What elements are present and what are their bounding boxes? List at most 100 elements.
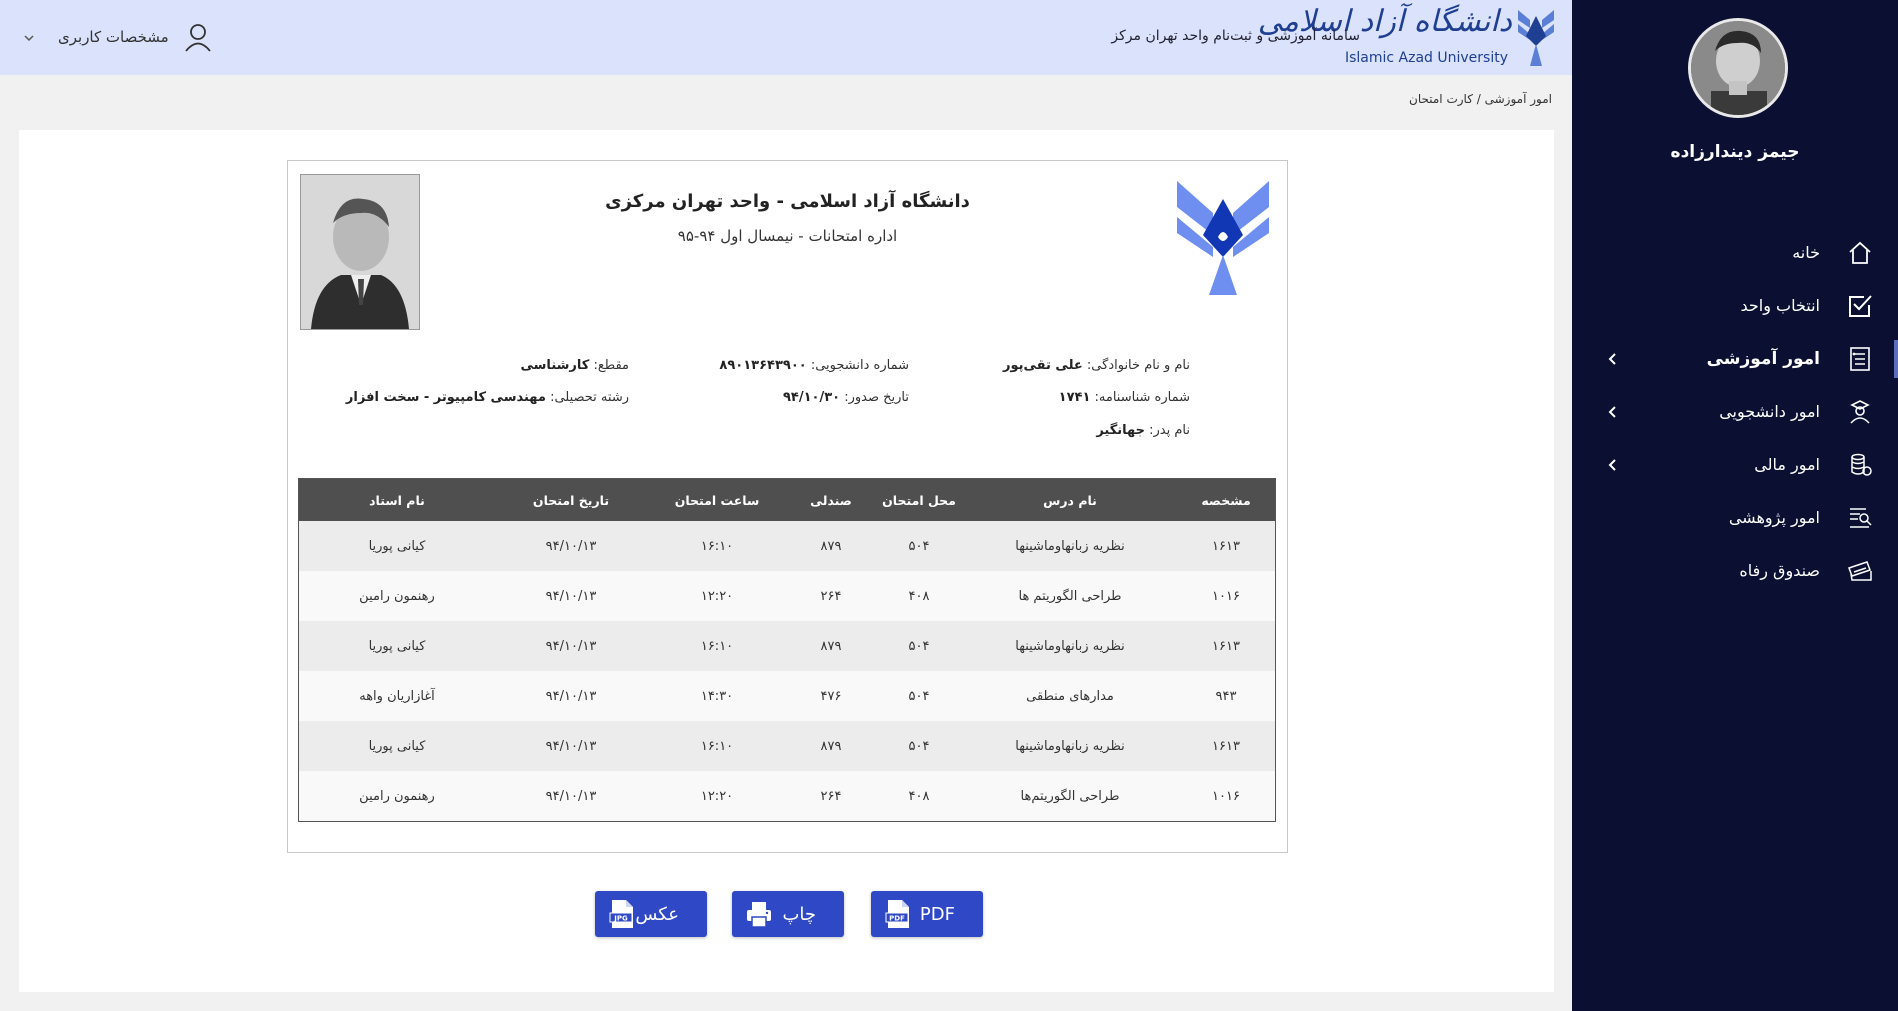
field-label: شماره دانشجویی: [810,358,909,373]
table-cell: مدارهای منطقی [963,671,1177,721]
chevron-left-icon [1606,458,1620,472]
exam-schedule-table: مشخصه نام درس محل امتحان صندلی ساعت امتح… [298,478,1276,822]
field-id-number: شماره شناسنامه: ۱۷۴۱ [1059,390,1190,405]
field-label: نام و نام خانوادگی: [1086,358,1190,373]
table-row: ۱۰۱۶ طراحی الگوریتم ها ۴۰۸ ۲۶۴ ۱۲:۲۰ ۹۴/… [298,571,1276,621]
sidebar-nav: خانه انتخاب واحد امور آموزشی امور دانشجو… [1572,226,1898,597]
user-icon [183,22,213,52]
user-menu-label: مشخصات کاربری [58,28,169,46]
button-label: عکس [635,903,679,925]
field-full-name: نام و نام خانوادگی: علی تقی‌پور [1003,358,1190,373]
table-cell: ۱۴:۳۰ [647,671,787,721]
breadcrumb-current: کارت امتحان [1409,92,1473,106]
field-value: علی تقی‌پور [1003,358,1083,373]
field-father-name: نام پدر: جهانگیر [1096,423,1190,438]
field-label: شماره شناسنامه: [1094,390,1190,405]
table-cell: ۹۴۳ [1177,671,1276,721]
sidebar-item-course-selection[interactable]: انتخاب واحد [1572,279,1898,332]
sidebar-item-home[interactable]: خانه [1572,226,1898,279]
field-value: ۱۷۴۱ [1058,390,1091,405]
column-header: مشخصه [1177,478,1276,521]
column-header: نام درس [963,478,1177,521]
table-cell: ۱۶۱۳ [1177,721,1276,771]
cards-icon [1846,557,1874,585]
breadcrumb-parent-link[interactable]: امور آموزشی [1485,92,1552,106]
checkbox-icon [1846,292,1874,320]
table-cell: ۱۰۱۶ [1177,571,1276,621]
table-cell: ۱۶۱۳ [1177,621,1276,671]
table-cell: ۵۰۴ [875,721,963,771]
table-cell: ۹۴/۱۰/۱۳ [495,771,647,822]
breadcrumb-separator: / [1476,92,1481,106]
sidebar-item-label: خانه [1792,243,1820,262]
breadcrumb: امور آموزشی / کارت امتحان [1409,92,1552,106]
sidebar-item-label: امور آموزشی [1706,348,1820,369]
student-icon [1846,398,1874,426]
export-image-button[interactable]: عکس JPG [595,891,707,937]
sidebar-item-label: امور پژوهشی [1728,508,1820,527]
card-title: دانشگاه آزاد اسلامی - واحد تهران مرکزی [605,191,970,212]
table-cell: ۹۴/۱۰/۱۳ [495,521,647,571]
field-label: نام پدر: [1149,423,1190,438]
sidebar-item-academic-affairs[interactable]: امور آموزشی [1572,332,1898,385]
field-label: رشته تحصیلی: [550,390,629,405]
card-subtitle: اداره امتحانات - نیمسال اول ۹۴-۹۵ [677,227,898,245]
table-cell: ۱۲:۲۰ [647,771,787,822]
avatar[interactable] [1688,18,1788,118]
sidebar-item-student-affairs[interactable]: امور دانشجویی [1572,385,1898,438]
field-label: مقطع: [593,358,629,373]
user-profile-menu[interactable]: مشخصات کاربری [22,20,213,54]
sidebar-item-research-affairs[interactable]: امور پژوهشی [1572,491,1898,544]
field-major: رشته تحصیلی: مهندسی کامپیوتر - سخت افزار [346,390,629,405]
university-emblem-icon[interactable] [1516,6,1556,68]
table-cell: ۱۶:۱۰ [647,621,787,671]
field-issue-date: تاریخ صدور: ۹۴/۱۰/۳۰ [783,390,909,405]
field-value: جهانگیر [1096,423,1145,438]
table-cell: آغازاریان واهه [298,671,495,721]
coins-icon [1846,451,1874,479]
sidebar-item-label: امور دانشجویی [1719,402,1820,421]
table-cell: ۱۶۱۳ [1177,521,1276,571]
sidebar-item-financial-affairs[interactable]: امور مالی [1572,438,1898,491]
research-icon [1846,504,1874,532]
table-cell: ۹۴/۱۰/۱۳ [495,571,647,621]
table-cell: نظریه زبانهاوماشینها [963,621,1177,671]
table-cell: ۸۷۹ [787,621,875,671]
sidebar: جیمز دیندارزاده خانه انتخاب واحد امور آم… [1572,0,1898,1011]
table-cell: ۴۰۸ [875,771,963,822]
table-cell: نظریه زبانهاوماشینها [963,721,1177,771]
table-cell: ۵۰۴ [875,671,963,721]
table-cell: طراحی الگوریتم‌ها [963,771,1177,822]
pdf-file-icon: PDF [885,899,911,929]
exam-card: دانشگاه آزاد اسلامی - واحد تهران مرکزی ا… [287,160,1288,853]
jpg-icon-text: JPG [613,915,628,923]
table-cell: ۵۰۴ [875,621,963,671]
print-button[interactable]: چاپ [732,891,844,937]
sidebar-item-label: صندوق رفاه [1739,561,1820,580]
table-cell: ۹۴/۱۰/۱۳ [495,671,647,721]
export-pdf-button[interactable]: PDF PDF [871,891,983,937]
table-cell: کیانی پوریا [298,721,495,771]
system-title: سامانه آموزشی و ثبت‌نام واحد تهران مرکز [1111,28,1360,44]
table-cell: کیانی پوریا [298,621,495,671]
jpg-file-icon: JPG [609,899,635,929]
sidebar-item-welfare-fund[interactable]: صندوق رفاه [1572,544,1898,597]
table-cell: ۲۶۴ [787,571,875,621]
document-list-icon [1846,345,1874,373]
column-header: تاریخ امتحان [495,478,647,521]
column-header: محل امتحان [875,478,963,521]
table-cell: ۹۴/۱۰/۱۳ [495,621,647,671]
table-cell: رهنمون رامین [298,571,495,621]
field-value: مهندسی کامپیوتر - سخت افزار [345,390,546,405]
field-value: ۹۴/۱۰/۳۰ [782,390,841,405]
table-cell: ۲۶۴ [787,771,875,822]
table-cell: ۴۷۶ [787,671,875,721]
table-cell: ۵۰۴ [875,521,963,571]
field-value: ۸۹۰۱۳۶۴۳۹۰۰ [719,358,807,373]
field-degree-level: مقطع: کارشناسی [521,358,630,373]
table-row: ۱۶۱۳ نظریه زبانهاوماشینها ۵۰۴ ۸۷۹ ۱۶:۱۰ … [298,621,1276,671]
column-header: ساعت امتحان [647,478,787,521]
table-cell: ۱۶:۱۰ [647,521,787,571]
table-cell: ۴۰۸ [875,571,963,621]
pdf-icon-text: PDF [889,915,905,923]
